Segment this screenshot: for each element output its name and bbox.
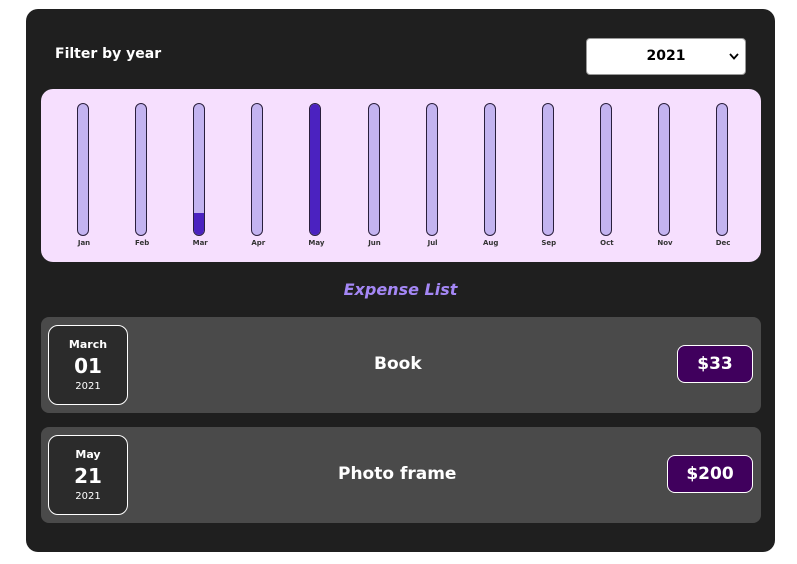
chart-bar-jul: Jul: [418, 89, 448, 262]
chart-bar-label: Feb: [134, 239, 150, 247]
chart-bar-label: Mar: [192, 239, 208, 247]
chart-bar-label: Sep: [541, 239, 557, 247]
chart-bar-track: [483, 103, 496, 236]
chart-bar-may: May: [301, 89, 331, 262]
chart-bar-aug: Aug: [476, 89, 506, 262]
expense-item: May 21 2021 Photo frame $200: [41, 427, 761, 523]
chart-bar-jan: Jan: [69, 89, 99, 262]
chart-bar-label: May: [308, 239, 325, 247]
expenses-panel: Filter by year 2021 Jan Feb Mar Apr May Jun Ju…: [26, 9, 775, 552]
chart-bar-track: [658, 103, 670, 236]
chart-bar-fill: [310, 104, 321, 235]
expense-list-title: Expense List: [343, 280, 458, 299]
chart-bar-label: Nov: [657, 239, 673, 247]
chart-bar-track: [77, 103, 89, 236]
chart-bar-label: Aug: [482, 239, 499, 247]
chart-bar-track: [716, 103, 729, 236]
expense-title: Photo frame: [338, 464, 457, 484]
chart-bar-track: [193, 103, 206, 236]
chart-bar-oct: Oct: [592, 89, 622, 262]
year-select[interactable]: 2021: [586, 38, 746, 75]
chart-bar-track: [251, 103, 264, 236]
chart-bar-feb: Feb: [127, 89, 157, 262]
chart-bar-mar: Mar: [185, 89, 215, 262]
expense-amount: $33: [677, 345, 753, 383]
expenses-chart: Jan Feb Mar Apr May Jun Jul Aug Sep Oct Nov Dec: [41, 89, 761, 262]
chart-bar-label: Jul: [427, 239, 438, 247]
expense-date: March 01 2021: [48, 325, 128, 405]
expense-date-month: March: [68, 338, 108, 351]
chart-bar-track: [135, 103, 148, 236]
chart-bar-fill: [194, 213, 205, 235]
chart-bar-label: Oct: [600, 239, 614, 247]
chart-bar-track: [425, 103, 438, 236]
chart-bar-track: [367, 103, 380, 236]
expense-date-year: 2021: [75, 381, 101, 392]
chart-bar-jun: Jun: [360, 89, 390, 262]
year-select-value: 2021: [646, 48, 686, 64]
expense-date-day: 21: [74, 464, 102, 488]
filter-label: Filter by year: [55, 46, 162, 62]
chart-bar-track: [599, 103, 612, 236]
expense-item: March 01 2021 Book $33: [41, 317, 761, 413]
chevron-down-icon: [729, 39, 739, 89]
chart-bar-label: Jan: [77, 239, 91, 247]
chart-bar-label: Dec: [715, 239, 731, 247]
expense-date-day: 01: [74, 354, 102, 378]
chart-bar-label: Jun: [368, 239, 381, 247]
chart-bar-dec: Dec: [708, 89, 738, 262]
expense-amount: $200: [667, 455, 753, 493]
expense-title: Book: [374, 354, 422, 374]
chart-bar-apr: Apr: [243, 89, 273, 262]
expense-date-year: 2021: [75, 491, 101, 502]
chart-bar-track: [309, 103, 322, 236]
chart-bar-sep: Sep: [534, 89, 564, 262]
chart-bar-nov: Nov: [650, 89, 680, 262]
chart-bar-track: [541, 103, 554, 236]
expense-date-month: May: [75, 448, 101, 461]
expense-date: May 21 2021: [48, 435, 128, 515]
chart-bar-label: Apr: [251, 239, 266, 247]
